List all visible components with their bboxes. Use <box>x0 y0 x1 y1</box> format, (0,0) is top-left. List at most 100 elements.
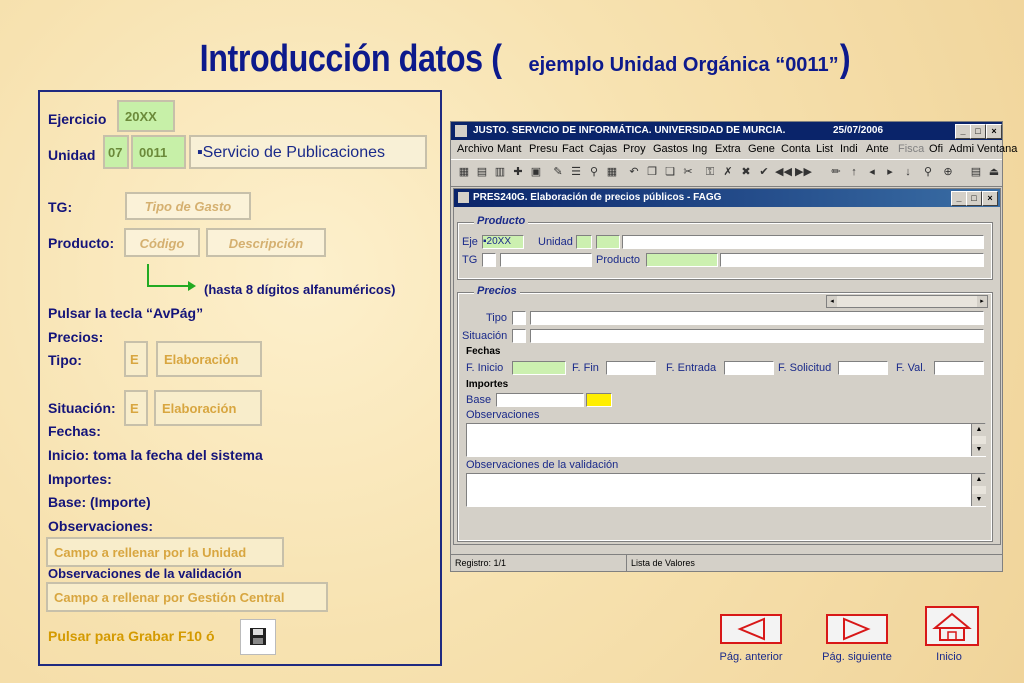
observaciones-textarea[interactable]: ▲ ▼ <box>466 423 986 457</box>
f-inicio-field[interactable] <box>512 361 566 375</box>
obs-valid-textarea[interactable]: ▲ ▼ <box>466 473 986 507</box>
prev-tb-icon[interactable]: ◂ <box>865 165 879 179</box>
situacion-code-field[interactable] <box>512 329 526 343</box>
tipo-code-field[interactable] <box>512 311 526 325</box>
menu-ante[interactable]: Ante <box>866 143 889 155</box>
unidad-field-1[interactable] <box>576 235 592 249</box>
obs-valid-scroll-up-icon[interactable]: ▲ <box>972 474 986 486</box>
close-icon[interactable]: × <box>986 124 1002 139</box>
obs-valid-scroll-down-icon[interactable]: ▼ <box>972 494 986 506</box>
unidad-desc-field[interactable] <box>622 235 984 249</box>
target-tb-icon[interactable]: ⊕ <box>941 165 955 179</box>
menu-cajas[interactable]: Cajas <box>589 143 617 155</box>
page-title: Introducción datos (ejemplo Unidad Orgán… <box>0 38 1024 81</box>
app-titlebar: JUSTO. SERVICIO DE INFORMÁTICA. UNIVERSI… <box>451 122 1002 140</box>
menu-fact[interactable]: Fact <box>562 143 583 155</box>
first-tb-icon[interactable]: ◀◀ <box>775 165 792 179</box>
up-tb-icon[interactable]: ↑ <box>847 165 861 179</box>
menu-indi[interactable]: Indi <box>840 143 858 155</box>
down-tb-icon[interactable]: ↓ <box>901 165 915 179</box>
menu-proy[interactable]: Proy <box>623 143 646 155</box>
home-icon <box>932 612 972 641</box>
producto-code-field[interactable] <box>646 253 718 267</box>
search-tb-icon[interactable]: ⚲ <box>587 165 601 179</box>
zoom-tb-icon[interactable]: ⚲ <box>921 165 935 179</box>
f-entrada-field[interactable] <box>724 361 774 375</box>
tipo-desc-field[interactable] <box>530 311 984 325</box>
app-date: 25/07/2006 <box>833 125 884 136</box>
list-tb-icon[interactable]: ☰ <box>569 165 583 179</box>
next-tb-icon[interactable]: ▸ <box>883 165 897 179</box>
unidad-field-2[interactable] <box>596 235 620 249</box>
tipo-label: Tipo <box>486 312 507 324</box>
menu-gene[interactable]: Gene <box>748 143 775 155</box>
menu-admi[interactable]: Admi <box>949 143 974 155</box>
obs-valid-label: Observaciones de la validación <box>48 566 242 581</box>
menu-archivo[interactable]: Archivo <box>457 143 494 155</box>
disk-tb-icon[interactable]: ▣ <box>529 165 543 179</box>
delete-tb-icon[interactable]: ✖ <box>739 165 753 179</box>
menu-mant[interactable]: Mant <box>497 143 521 155</box>
query-tb-icon[interactable]: ▥ <box>493 165 507 179</box>
inner-close-icon[interactable]: × <box>982 191 998 206</box>
inner-minimize-icon[interactable]: _ <box>951 191 967 206</box>
menu-presu[interactable]: Presu <box>529 143 558 155</box>
new-tb-icon[interactable]: ✚ <box>511 165 525 179</box>
clipboard-tb-icon[interactable]: ▤ <box>969 165 983 179</box>
scroll-left-icon[interactable]: ◂ <box>827 296 837 307</box>
calendar-tb-icon[interactable]: ▦ <box>605 165 619 179</box>
inner-title: PRES240G. Elaboración de precios público… <box>473 192 722 203</box>
paste-tb-icon[interactable]: ❏ <box>663 165 677 179</box>
menu-fisca[interactable]: Fisca <box>898 143 924 155</box>
inner-maximize-icon[interactable]: □ <box>966 191 982 206</box>
obs-scroll-up-icon[interactable]: ▲ <box>972 424 986 436</box>
menu-ofi[interactable]: Ofi <box>929 143 943 155</box>
exit-tb-icon[interactable]: ⏏ <box>987 165 1001 179</box>
menu-ventana[interactable]: Ventana <box>977 143 1017 155</box>
home-label[interactable]: Inicio <box>894 651 1004 663</box>
check-tb-icon[interactable]: ✔ <box>757 165 771 179</box>
edit-tb-icon[interactable]: ✎ <box>551 165 565 179</box>
f-entrada-label: F. Entrada <box>666 362 717 374</box>
base-currency-field[interactable] <box>586 393 612 407</box>
tg-field[interactable] <box>482 253 496 267</box>
save-button[interactable] <box>240 619 276 655</box>
save-tb-icon[interactable]: ▦ <box>457 165 471 179</box>
next-page-button[interactable] <box>826 614 888 644</box>
menu-conta[interactable]: Conta <box>781 143 810 155</box>
tg-desc-field[interactable] <box>500 253 592 267</box>
f-solicitud-field[interactable] <box>838 361 888 375</box>
home-button[interactable] <box>925 606 979 646</box>
menu-extra[interactable]: Extra <box>715 143 741 155</box>
key-tb-icon[interactable]: ⚿ <box>703 165 717 179</box>
cut-tb-icon[interactable]: ✂ <box>681 165 695 179</box>
inner-titlebar: PRES240G. Elaboración de precios público… <box>454 189 1000 207</box>
producto-desc-field[interactable] <box>720 253 984 267</box>
copy-tb-icon[interactable]: ❐ <box>645 165 659 179</box>
f-fin-field[interactable] <box>606 361 656 375</box>
pencil-tb-icon[interactable]: ✏ <box>829 165 843 179</box>
f-val-field[interactable] <box>934 361 984 375</box>
menu-list[interactable]: List <box>816 143 833 155</box>
eje-field[interactable]: ▪20XX <box>482 235 524 249</box>
obs-scroll-down-icon[interactable]: ▼ <box>972 444 986 456</box>
descripcion-box: Descripción <box>206 228 326 257</box>
base-field[interactable] <box>496 393 584 407</box>
obs-valid-scrollbar[interactable]: ▲ ▼ <box>971 474 986 506</box>
prev-page-button[interactable] <box>720 614 782 644</box>
prev-page-label[interactable]: Pág. anterior <box>696 651 806 663</box>
obs-scrollbar[interactable]: ▲ ▼ <box>971 424 986 456</box>
scroll-right-icon[interactable]: ▸ <box>977 296 987 307</box>
undo-tb-icon[interactable]: ↶ <box>627 165 641 179</box>
last-tb-icon[interactable]: ▶▶ <box>795 165 812 179</box>
situacion-desc-field[interactable] <box>530 329 984 343</box>
menu-gastos[interactable]: Gastos <box>653 143 688 155</box>
maximize-icon[interactable]: □ <box>970 124 986 139</box>
minimize-icon[interactable]: _ <box>955 124 971 139</box>
floppy-icon <box>250 628 266 645</box>
print-tb-icon[interactable]: ▤ <box>475 165 489 179</box>
obs-valid-label: Observaciones de la validación <box>466 459 619 471</box>
menu-ing[interactable]: Ing <box>692 143 707 155</box>
horizontal-scrollbar[interactable]: ◂ ▸ <box>826 295 988 308</box>
clear-tb-icon[interactable]: ✗ <box>721 165 735 179</box>
